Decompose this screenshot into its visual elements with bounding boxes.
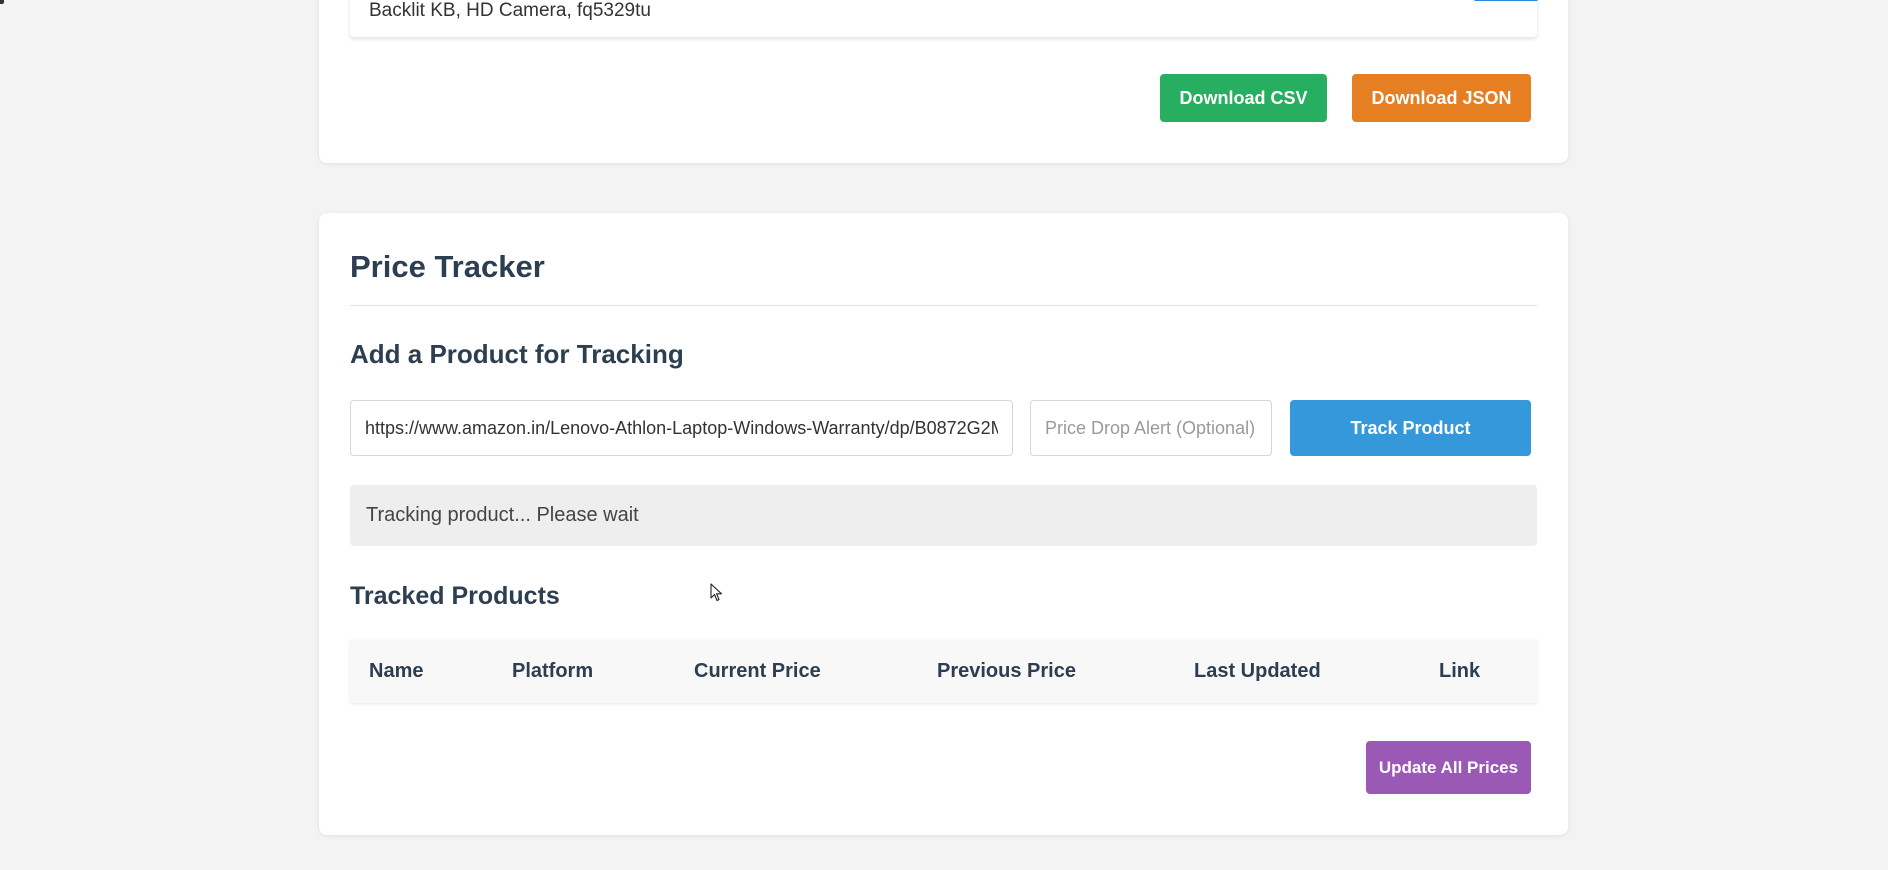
column-header-previous-price: Previous Price: [937, 660, 1076, 682]
result-product-text: Backlit KB, HD Camera, fq5329tu: [369, 0, 651, 21]
price-tracker-card: Price Tracker Add a Product for Tracking…: [319, 213, 1568, 835]
update-all-prices-button[interactable]: Update All Prices: [1366, 741, 1531, 794]
track-product-button[interactable]: Track Product: [1290, 400, 1531, 456]
column-header-name: Name: [369, 660, 424, 682]
window-corner-mark: [0, 0, 4, 4]
price-drop-alert-input[interactable]: [1030, 400, 1272, 456]
status-message-box: Tracking product... Please wait: [350, 485, 1537, 546]
download-json-button[interactable]: Download JSON: [1352, 74, 1531, 122]
column-header-link: Link: [1439, 660, 1481, 682]
results-card: Backlit KB, HD Camera, fq5329tu Download…: [319, 0, 1568, 163]
column-header-platform: Platform: [512, 660, 594, 682]
mouse-pointer-icon: [710, 583, 723, 602]
download-csv-button[interactable]: Download CSV: [1160, 74, 1327, 122]
tracked-products-title: Tracked Products: [350, 582, 560, 610]
column-header-current-price: Current Price: [694, 660, 821, 682]
add-product-title: Add a Product for Tracking: [350, 339, 684, 369]
product-url-input[interactable]: [350, 400, 1013, 456]
column-header-last-updated: Last Updated: [1194, 660, 1321, 682]
result-link-button[interactable]: [1474, 0, 1538, 1]
section-divider: [350, 305, 1537, 306]
tracked-products-table-header: Name Platform Current Price Previous Pri…: [350, 640, 1537, 703]
result-product-row: Backlit KB, HD Camera, fq5329tu: [350, 0, 1538, 37]
status-message: Tracking product... Please wait: [366, 504, 639, 526]
price-tracker-title: Price Tracker: [350, 249, 545, 284]
